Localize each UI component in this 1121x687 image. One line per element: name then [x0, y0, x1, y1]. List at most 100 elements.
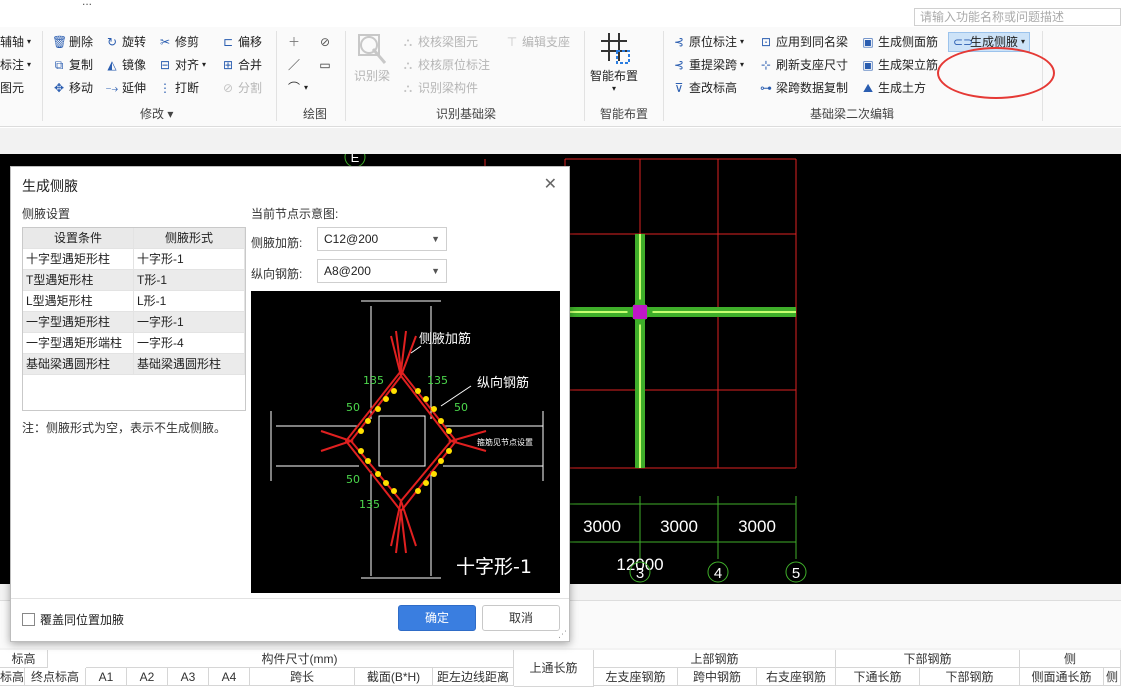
ok-button[interactable]: 确定	[398, 605, 476, 631]
split-button[interactable]: ⊘ 分割	[221, 78, 262, 98]
offset-button[interactable]: ⊏ 偏移	[221, 32, 262, 52]
th-sub: A1	[86, 668, 127, 686]
long-rebar-label: 纵向钢筋:	[251, 267, 303, 281]
align-button[interactable]: ⊟ 对齐 ▾	[158, 55, 206, 75]
extend-button[interactable]: ⤍ 延伸	[105, 78, 146, 98]
th-sub: A4	[209, 668, 250, 686]
re-extract-span-button[interactable]: ⊰ 重提梁跨 ▾	[672, 55, 744, 75]
callout-side-rebar: 侧腋加筋	[419, 331, 471, 347]
apply-same-name-button[interactable]: ⊡ 应用到同名梁	[759, 32, 848, 52]
search-input[interactable]: 请输入功能名称或问题描述	[914, 8, 1121, 26]
check-annotation-button[interactable]: ⛬ 校核原位标注	[401, 55, 490, 75]
note-text: 注：侧腋形式为空，表示不生成侧腋。	[22, 421, 227, 435]
crosshair-icon: ＋	[287, 35, 300, 49]
merge-button[interactable]: ⊞ 合并	[221, 55, 262, 75]
haunch-settings-table: 设置条件 侧腋形式 十字型遇矩形柱 十字形-1 T型遇矩形柱 T形-1 L型遇矩形柱…	[22, 227, 246, 411]
resize-grip-icon[interactable]: ⋰	[558, 629, 567, 640]
rectangle-icon: ▭	[319, 58, 331, 72]
th-sub: 侧	[1104, 668, 1121, 686]
erection-rebar-icon: ▣	[862, 58, 874, 72]
group-separator	[42, 31, 43, 121]
trim-button[interactable]: ✂ 修剪	[158, 32, 199, 52]
move-button[interactable]: ✥ 移动	[52, 78, 93, 98]
copy-span-data-button[interactable]: ⊶ 梁跨数据复制	[759, 78, 848, 98]
span-icon: ⊰	[673, 58, 685, 72]
delete-button[interactable]: 🗑 删除	[52, 32, 93, 52]
group-label-modify[interactable]: 修改 ▾	[140, 105, 173, 122]
cell-form[interactable]: 基础梁遇圆形柱	[134, 354, 245, 374]
th-side: 侧	[1020, 650, 1121, 668]
th-sub: 截面(B*H)	[355, 668, 433, 686]
th-sub: 距左边线距离	[433, 668, 514, 686]
identify-member-icon: ⛬	[403, 81, 413, 95]
cell-condition: 基础梁遇圆形柱	[23, 354, 134, 374]
move-icon: ✥	[53, 81, 65, 95]
arc-draw-button[interactable]: ⌒ ▾	[287, 78, 308, 98]
check-elevation-button[interactable]: ⊽ 查改标高	[672, 78, 737, 98]
compass-icon: ⊘	[319, 35, 331, 49]
gen-side-rebar-button[interactable]: ▣ 生成侧面筋	[861, 32, 938, 52]
mirror-button[interactable]: ◭ 镜像	[105, 55, 146, 75]
th-sub: 右支座钢筋	[757, 668, 836, 686]
align-icon: ⊟	[159, 58, 171, 72]
copy-button[interactable]: ⧉ 复制	[52, 55, 93, 75]
th-sub: 终点标高	[25, 668, 86, 686]
cell-condition: 一字型遇矩形端柱	[23, 333, 134, 353]
close-icon[interactable]: ✕	[544, 174, 557, 194]
th-bottom-rebar: 下部钢筋	[836, 650, 1020, 668]
cell-form[interactable]: L形-1	[134, 291, 245, 311]
earthwork-icon: ⛰	[862, 81, 874, 95]
rect-draw-button[interactable]: ▭	[318, 55, 332, 75]
table-row[interactable]: 十字型遇矩形柱 十字形-1	[23, 249, 245, 270]
rotate-button[interactable]: ↻ 旋转	[105, 32, 146, 52]
line-draw-button[interactable]: ／	[287, 55, 301, 75]
chevron-down-icon: ▼	[431, 266, 440, 276]
group-separator	[663, 31, 664, 121]
rotate-point-button[interactable]: ⊘	[318, 32, 332, 52]
gen-earthwork-button[interactable]: ⛰ 生成土方	[861, 78, 926, 98]
elevation-icon: ⊽	[674, 81, 684, 95]
cancel-button[interactable]: 取消	[482, 605, 560, 631]
long-rebar-select[interactable]: A8@200 ▼	[317, 259, 447, 283]
ribbon-item-dim[interactable]: 标注 ▾	[0, 55, 31, 75]
gen-erection-rebar-button[interactable]: ▣ 生成架立筋	[861, 55, 938, 75]
cell-condition: T型遇矩形柱	[23, 270, 134, 290]
axis-label: 3	[636, 565, 644, 582]
table-row[interactable]: 基础梁遇圆形柱 基础梁遇圆形柱	[23, 354, 245, 375]
table-row[interactable]: L型遇矩形柱 L形-1	[23, 291, 245, 312]
side-rebar-select[interactable]: C12@200 ▼	[317, 227, 447, 251]
table-row[interactable]: T型遇矩形柱 T形-1	[23, 270, 245, 291]
check-beam-button[interactable]: ⛬ 校核梁图元	[401, 32, 478, 52]
break-button[interactable]: ⋮ 打断	[158, 78, 199, 98]
highlight-circle	[937, 47, 1055, 99]
refresh-support-button[interactable]: ⊹ 刷新支座尺寸	[759, 55, 848, 75]
smart-layout-icon	[601, 33, 630, 64]
callout-long-rebar: 纵向钢筋	[477, 375, 529, 391]
trim-icon: ✂	[159, 35, 171, 49]
break-icon: ⋮	[159, 81, 171, 95]
table-row[interactable]: 一字型遇矩形端柱 一字形-4	[23, 333, 245, 354]
edit-support-button[interactable]: ⊤ 编辑支座	[505, 32, 570, 52]
table-row[interactable]: 一字型遇矩形柱 一字形-1	[23, 312, 245, 333]
smart-layout-button[interactable]: 智能布置 ▾	[590, 31, 638, 93]
point-draw-button[interactable]: ＋	[287, 32, 301, 52]
cell-condition: 一字型遇矩形柱	[23, 312, 134, 332]
dim-label: 3000	[738, 517, 776, 536]
checkbox-box[interactable]	[22, 613, 35, 626]
axis-label-e: E	[351, 154, 360, 165]
ribbon-item-axis[interactable]: 辅轴 ▾	[0, 32, 31, 52]
th-elevation: 标高	[0, 650, 48, 668]
cell-form[interactable]: 一字形-4	[134, 333, 245, 353]
th-sub: 侧面通长筋	[1020, 668, 1104, 686]
overwrite-checkbox[interactable]: 覆盖同位置加腋	[22, 611, 124, 628]
cell-form[interactable]: 一字形-1	[134, 312, 245, 332]
cell-form[interactable]: T形-1	[134, 270, 245, 290]
in-situ-annotation-button[interactable]: ⊰ 原位标注 ▾	[672, 32, 744, 52]
identify-beam-member-button[interactable]: ⛬ 识别梁构件	[401, 78, 478, 98]
identify-beam-button[interactable]: 识别梁	[354, 31, 390, 84]
cell-form[interactable]: 十字形-1	[134, 249, 245, 269]
th-sub: A2	[127, 668, 168, 686]
ribbon-item-element[interactable]: 图元	[0, 78, 24, 98]
checkbox-label: 覆盖同位置加腋	[40, 613, 125, 627]
extend-icon: ⤍	[105, 81, 119, 95]
